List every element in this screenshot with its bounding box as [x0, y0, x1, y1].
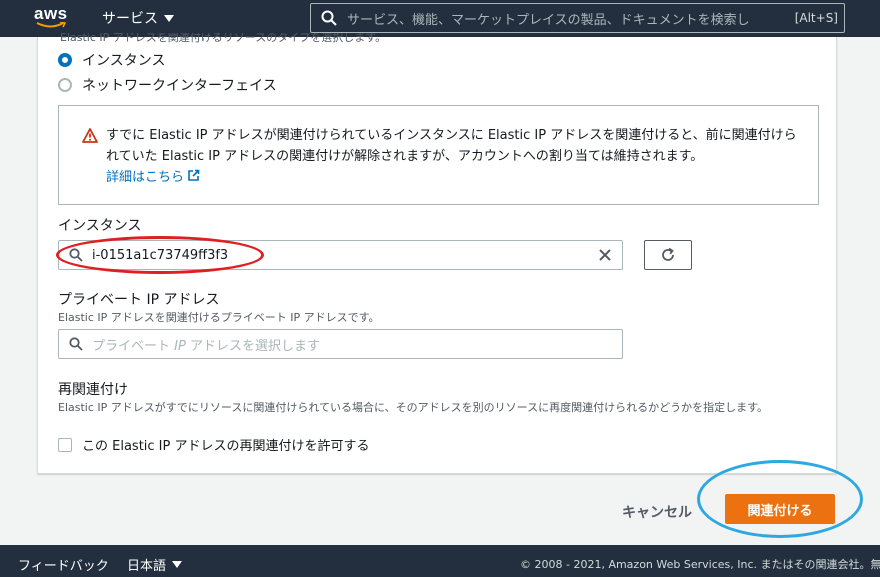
language-selector[interactable]: 日本語 — [127, 555, 183, 574]
instance-label: インスタンス — [58, 218, 142, 234]
services-menu[interactable]: サービス — [102, 8, 174, 28]
aws-logo[interactable]: aws — [34, 4, 70, 30]
radio-instance[interactable] — [58, 53, 72, 67]
learn-more-label: 詳細はこちら — [106, 170, 185, 185]
global-search-placeholder: サービス、機能、マーケットプレイスの製品、ドキュメントを検索し — [347, 12, 750, 28]
warning-message: すでに Elastic IP アドレスが関連付けられているインスタンスに Ela… — [106, 128, 797, 164]
private-ip-description: Elastic IP アドレスを関連付けるプライベート IP アドレスです。 — [58, 311, 380, 324]
search-icon — [69, 337, 83, 351]
aws-smile-icon — [36, 22, 66, 28]
search-shortcut: [Alt+S] — [794, 11, 838, 25]
radio-option-network-interface[interactable]: ネットワークインターフェイス — [58, 75, 277, 95]
warning-icon — [82, 128, 98, 143]
language-label: 日本語 — [127, 559, 167, 574]
aws-logo-text: aws — [34, 4, 68, 23]
services-label: サービス — [102, 11, 158, 27]
associate-button[interactable]: 関連付ける — [725, 494, 835, 524]
feedback-link[interactable]: フィードバック — [18, 555, 109, 574]
refresh-icon — [662, 247, 674, 261]
allow-reassociation-checkbox[interactable] — [58, 437, 72, 452]
learn-more-link[interactable]: 詳細はこちら — [106, 166, 200, 185]
private-ip-label: プライベート IP アドレス — [58, 292, 220, 308]
associate-eip-panel: Elastic IP アドレスを関連付けるリソースのタイプを選択します。 インス… — [37, 33, 837, 474]
cancel-button[interactable]: キャンセル — [616, 498, 698, 526]
radio-network-interface[interactable] — [58, 78, 72, 92]
caret-down-icon — [172, 561, 183, 568]
copyright-text: © 2008 - 2021, Amazon Web Services, Inc.… — [520, 558, 880, 571]
warning-alert: すでに Elastic IP アドレスが関連付けられているインスタンスに Ela… — [58, 105, 819, 205]
reassociation-description: Elastic IP アドレスがすでにリソースに関連付けられている場合に、そのア… — [58, 401, 769, 414]
radio-instance-label: インスタンス — [82, 53, 166, 69]
top-navigation-bar: aws サービス サービス、機能、マーケットプレイスの製品、ドキュメントを検索し… — [0, 0, 880, 37]
global-search[interactable]: サービス、機能、マーケットプレイスの製品、ドキュメントを検索し [Alt+S] — [310, 3, 845, 33]
caret-down-icon — [164, 15, 174, 22]
instance-value: i-0151a1c73749ff3f3 — [92, 247, 229, 263]
instance-select[interactable]: i-0151a1c73749ff3f3 — [58, 240, 623, 270]
private-ip-placeholder: プライベート IP アドレスを選択します — [92, 338, 320, 354]
external-link-icon — [188, 169, 200, 181]
resource-type-description: Elastic IP アドレスを関連付けるリソースのタイプを選択します。 — [60, 33, 387, 43]
reassociation-checkbox-row[interactable]: この Elastic IP アドレスの再関連付けを許可する — [58, 435, 370, 454]
private-ip-select[interactable]: プライベート IP アドレスを選択します — [58, 329, 623, 359]
search-icon — [321, 10, 337, 26]
clear-icon[interactable] — [598, 248, 612, 262]
radio-option-instance[interactable]: インスタンス — [58, 50, 165, 70]
search-icon — [69, 248, 83, 262]
refresh-button[interactable] — [644, 240, 692, 270]
radio-network-interface-label: ネットワークインターフェイス — [82, 78, 277, 94]
footer-bar: フィードバック 日本語 © 2008 - 2021, Amazon Web Se… — [0, 545, 880, 577]
reassociation-label: 再関連付け — [58, 382, 128, 398]
allow-reassociation-label: この Elastic IP アドレスの再関連付けを許可する — [82, 439, 370, 454]
